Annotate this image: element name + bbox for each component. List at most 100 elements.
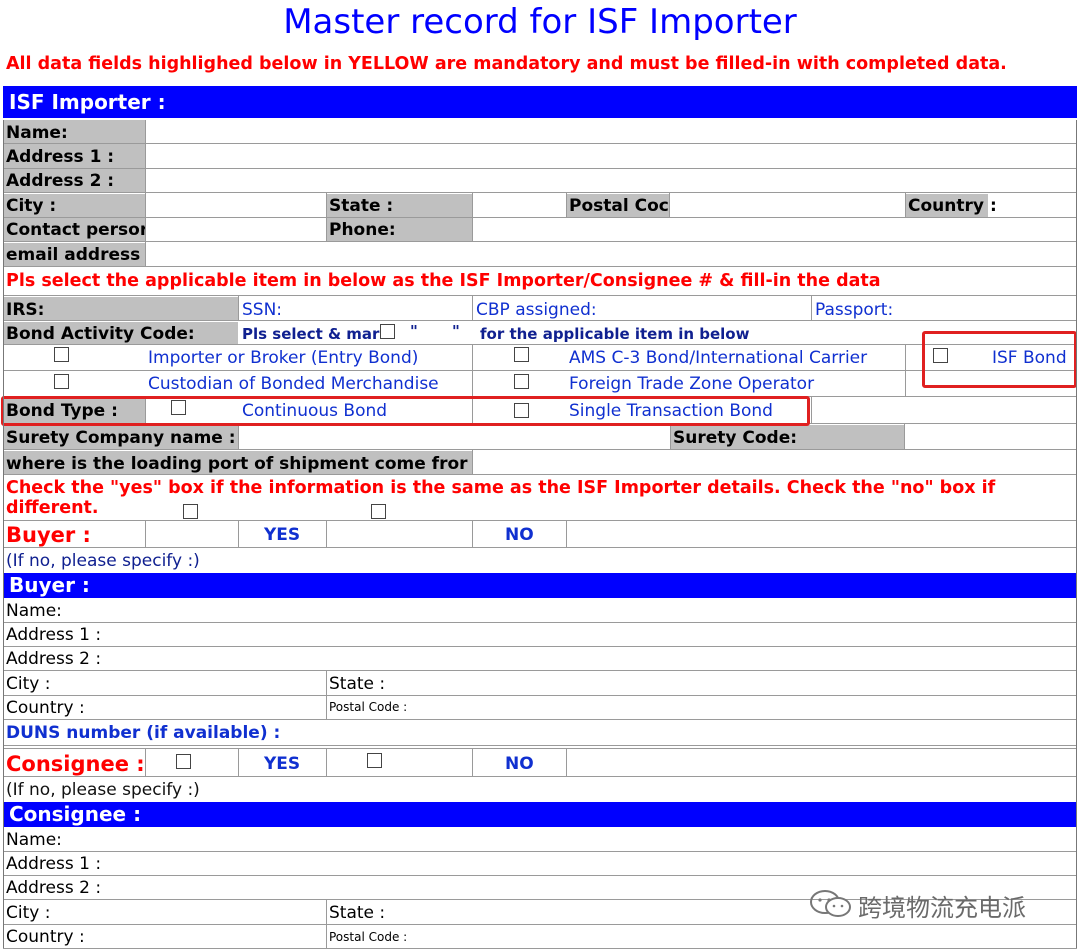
- buyer-country-label: Country :: [6, 698, 85, 718]
- custodian-option: Custodian of Bonded Merchandise: [148, 374, 439, 394]
- grid-line: [3, 875, 1077, 876]
- grid-line: [3, 320, 1077, 321]
- table-border: [1076, 120, 1077, 948]
- buyer-header: Buyer :: [3, 573, 1077, 598]
- consignee-country-label: Country :: [6, 927, 85, 947]
- select-note: Pls select the applicable item in below …: [6, 271, 881, 291]
- buyer-address1-label: Address 1 :: [6, 625, 102, 645]
- buyer-specify-note: (If no, please specify :): [6, 551, 200, 571]
- grid-line: [811, 295, 812, 320]
- page-title: Master record for ISF Importer: [283, 2, 797, 42]
- grid-line: [3, 924, 1077, 925]
- buyer-label: Buyer :: [6, 523, 91, 547]
- grid-line: [3, 344, 1077, 345]
- ams-c3-option: AMS C-3 Bond/International Carrier: [569, 348, 868, 368]
- buyer-address2-label: Address 2 :: [6, 649, 102, 669]
- country-label: Country: [908, 196, 984, 216]
- grid-line: [238, 749, 239, 776]
- consignee-postal-label: Postal Code :: [329, 930, 408, 944]
- mandatory-note: All data fields highlighed below in YELL…: [6, 54, 1007, 74]
- grid-line: [238, 295, 239, 320]
- address1-label: Address 1 :: [6, 147, 115, 167]
- address2-label: Address 2 :: [6, 171, 115, 191]
- city-label: City :: [6, 196, 57, 216]
- grid-line: [3, 776, 1077, 777]
- phone-label: Phone:: [329, 220, 396, 240]
- postal-code-label: Postal Coc: [569, 196, 669, 216]
- mark-example-checkbox: [380, 324, 395, 339]
- consignee-specify-note: (If no, please specify :): [6, 780, 200, 800]
- email-label: email address: [6, 245, 141, 265]
- grid-line: [145, 749, 146, 776]
- grid-line: [3, 719, 1077, 720]
- grid-line: [3, 670, 1077, 671]
- surety-company-label: Surety Company name :: [6, 428, 236, 448]
- grid-line: [3, 266, 1077, 267]
- passport-label: Passport:: [815, 300, 894, 320]
- grid-line: [3, 748, 1077, 749]
- grid-line: [3, 474, 1077, 475]
- contact-person-label: Contact persor: [6, 220, 145, 240]
- grid-line: [670, 423, 671, 449]
- consignee-yes-checkbox[interactable]: [176, 754, 191, 769]
- consignee-address1-label: Address 1 :: [6, 854, 102, 874]
- bond-activity-label: Bond Activity Code:: [6, 324, 195, 344]
- activity-hint: Pls select & mar: [242, 325, 380, 343]
- check-note-cont: different.: [6, 498, 99, 518]
- grid-line: [472, 295, 473, 320]
- grid-line: [3, 241, 1077, 242]
- grid-line: [3, 143, 1077, 144]
- custodian-checkbox[interactable]: [54, 374, 69, 389]
- state-label: State :: [329, 196, 394, 216]
- ftz-operator-checkbox[interactable]: [514, 374, 529, 389]
- buyer-city-label: City :: [6, 674, 51, 694]
- grid-line: [566, 749, 567, 776]
- grid-line: [145, 520, 146, 547]
- buyer-yes-checkbox[interactable]: [183, 504, 198, 519]
- grid-line: [472, 449, 473, 474]
- name-label: Name:: [6, 123, 68, 143]
- grid-line: [3, 547, 1077, 548]
- isf-importer-header: ISF Importer :: [3, 86, 1077, 118]
- grid-line: [3, 646, 1077, 647]
- grid-line: [3, 217, 1077, 218]
- grid-line: [3, 192, 1077, 193]
- buyer-no-label: NO: [505, 525, 534, 545]
- grid-line: [472, 344, 473, 396]
- loading-port-label: where is the loading port of shipment co…: [6, 454, 468, 474]
- consignee-no-checkbox[interactable]: [367, 753, 382, 768]
- consignee-yes-label: YES: [264, 754, 301, 774]
- grid-line: [3, 851, 1077, 852]
- country-colon: :: [990, 196, 997, 216]
- grid-line: [905, 192, 906, 217]
- buyer-no-checkbox[interactable]: [371, 504, 386, 519]
- ssn-label: SSN:: [242, 300, 283, 320]
- grid-line: [811, 396, 812, 423]
- grid-line: [669, 192, 670, 217]
- importer-broker-checkbox[interactable]: [54, 347, 69, 362]
- buyer-state-label: State :: [329, 674, 386, 694]
- importer-broker-option: Importer or Broker (Entry Bond): [148, 348, 419, 368]
- grid-line: [326, 899, 327, 948]
- buyer-yes-label: YES: [264, 525, 301, 545]
- consignee-address2-label: Address 2 :: [6, 878, 102, 898]
- quote-mark: ": [452, 322, 460, 340]
- bond-type-highlight: [1, 396, 810, 426]
- watermark-text: 跨境物流充电派: [858, 894, 1026, 922]
- grid-line: [3, 295, 1077, 296]
- buyer-postal-label: Postal Code :: [329, 700, 408, 714]
- grid-line: [3, 168, 1077, 169]
- grid-line: [326, 670, 327, 719]
- consignee-state-label: State :: [329, 903, 386, 923]
- grid-line: [3, 449, 1077, 450]
- grid-line: [905, 344, 906, 396]
- grid-line: [904, 423, 905, 449]
- ams-c3-checkbox[interactable]: [514, 347, 529, 362]
- consignee-label: Consignee :: [6, 752, 145, 776]
- grid-line: [3, 622, 1077, 623]
- quote-mark: ": [410, 322, 418, 340]
- grid-line: [566, 520, 567, 547]
- cbp-assigned-label: CBP assigned:: [476, 300, 597, 320]
- isf-bond-highlight: [922, 331, 1077, 388]
- ftz-operator-option: Foreign Trade Zone Operator: [569, 374, 815, 394]
